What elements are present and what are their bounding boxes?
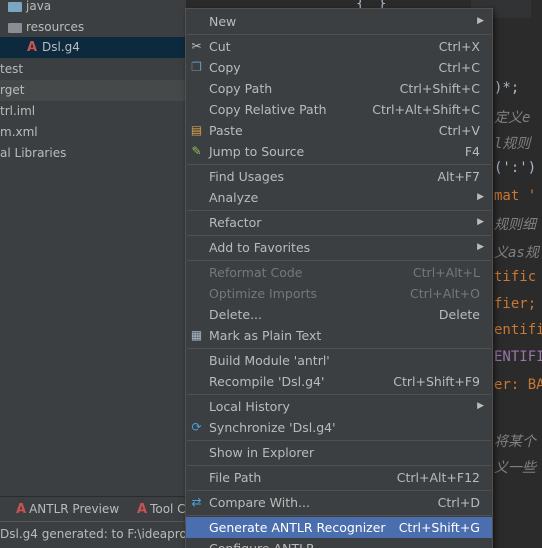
submenu-arrow-icon: ▶ [477,16,484,26]
menu-separator [187,348,491,349]
compare-diff-icon: ⇄ [191,495,202,509]
code-line[interactable]: 将某个 [494,431,536,451]
tree-item-label: resources [26,20,85,34]
menu-item-optimize-imports[interactable]: Optimize Imports Ctrl+Alt+O [186,283,492,304]
code-line[interactable]: l规则 [494,133,530,153]
submenu-arrow-icon: ▶ [477,242,484,252]
tree-item-label: al Libraries [0,146,67,160]
menu-item-paste[interactable]: ▤ Paste Ctrl+V [186,120,492,141]
menu-separator [187,515,491,516]
code-line[interactable]: mat ' [494,188,536,204]
tree-item-label: test [0,62,24,76]
copy-icon: ❐ [191,60,202,74]
antlr-preview-tab[interactable]: A ANTLR Preview [16,497,119,521]
menu-separator [187,164,491,165]
menu-item-show-in-explorer[interactable]: Show in Explorer [186,442,492,463]
menu-item-local-history[interactable]: Local History ▶ [186,396,492,417]
sync-icon: ⟳ [191,420,202,434]
tree-item-test[interactable]: test [0,59,186,80]
text-file-icon: ▦ [190,328,203,342]
code-line[interactable]: er: BA [494,377,542,393]
ide-window: { } )*; 定义e l规则 (':') mat ' 规则细 义as规 tif… [0,0,542,548]
code-line[interactable]: )*; [494,80,519,96]
tree-item-label: Dsl.g4 [42,40,80,54]
code-line[interactable]: fier; [494,296,536,312]
tree-item-label: rget [0,83,25,97]
menu-separator [187,394,491,395]
menu-item-delete[interactable]: Delete... Delete [186,304,492,325]
tree-item-java[interactable]: java [0,0,186,17]
submenu-arrow-icon: ▶ [477,401,484,411]
menu-item-copy-relative-path[interactable]: Copy Relative Path Ctrl+Alt+Shift+C [186,99,492,120]
menu-item-refactor[interactable]: Refactor ▶ [186,212,492,233]
menu-item-cut[interactable]: ✂ Cut Ctrl+X [186,36,492,57]
resources-folder-icon [8,23,22,33]
code-line[interactable]: entifi [494,322,542,338]
menu-item-add-to-favorites[interactable]: Add to Favorites ▶ [186,237,492,258]
menu-item-build-module[interactable]: Build Module 'antrl' [186,350,492,371]
clipboard-icon: ▤ [190,123,203,137]
menu-item-reformat-code[interactable]: Reformat Code Ctrl+Alt+L [186,262,492,283]
tree-item-pom[interactable]: m.xml [0,122,186,143]
code-line[interactable]: 义as规 [494,242,539,262]
folder-icon [8,2,22,12]
tool-window-bar: A ANTLR Preview A Tool C [0,496,186,521]
tree-item-label: java [26,0,52,13]
code-line[interactable]: 义一些 [494,457,536,477]
tree-item-label: trl.iml [0,104,36,118]
scissors-icon: ✂ [191,39,202,53]
context-menu: New ▶ ✂ Cut Ctrl+X ❐ Copy Ctrl+C Copy Pa… [185,8,493,548]
menu-item-configure-antlr[interactable]: Configure ANTLR... [186,538,492,548]
menu-item-new[interactable]: New ▶ [186,11,492,32]
tool-output-tab[interactable]: A Tool C [137,497,186,521]
code-line[interactable]: 定义e [494,107,530,127]
menu-item-find-usages[interactable]: Find Usages Alt+F7 [186,166,492,187]
tree-item-iml[interactable]: trl.iml [0,101,186,122]
menu-item-compare-with[interactable]: ⇄ Compare With... Ctrl+D [186,492,492,513]
submenu-arrow-icon: ▶ [477,192,484,202]
code-line[interactable]: tific [494,269,536,285]
edit-pencil-icon: ✎ [191,144,202,158]
menu-item-copy-path[interactable]: Copy Path Ctrl+Shift+C [186,78,492,99]
status-text: Dsl.g4 generated: to F:\ideaproj [0,527,186,541]
tree-item-label: m.xml [0,125,38,139]
menu-item-generate-antlr-recognizer[interactable]: Generate ANTLR Recognizer Ctrl+Shift+G [186,517,492,538]
tree-item-target[interactable]: rget [0,80,186,101]
tree-item-external-libraries[interactable]: al Libraries [0,143,186,164]
tab-label: Tool C [150,502,186,516]
menu-item-recompile[interactable]: Recompile 'Dsl.g4' Ctrl+Shift+F9 [186,371,492,392]
menu-separator [187,440,491,441]
menu-item-synchronize[interactable]: ⟳ Synchronize 'Dsl.g4' [186,417,492,438]
status-bar: Dsl.g4 generated: to F:\ideaproj [0,521,186,548]
code-line[interactable]: 规则细 [494,214,536,234]
menu-separator [187,235,491,236]
code-line[interactable]: ENTIFI [494,349,542,365]
antlr-file-icon: A [27,40,38,55]
menu-separator [187,210,491,211]
tab-label: ANTLR Preview [29,502,120,516]
submenu-arrow-icon: ▶ [477,217,484,227]
menu-separator [187,260,491,261]
project-tree: java resources A Dsl.g4 test rget trl.im… [0,0,186,496]
menu-item-mark-as-plain-text[interactable]: ▦ Mark as Plain Text [186,325,492,346]
menu-item-file-path[interactable]: File Path Ctrl+Alt+F12 [186,467,492,488]
antlr-icon: A [16,502,27,517]
menu-separator [187,465,491,466]
menu-item-analyze[interactable]: Analyze ▶ [186,187,492,208]
antlr-icon: A [137,502,148,517]
menu-item-copy[interactable]: ❐ Copy Ctrl+C [186,57,492,78]
tree-item-dsl-g4[interactable]: A Dsl.g4 [0,37,186,58]
menu-separator [187,34,491,35]
code-line[interactable]: (':') [494,160,536,176]
menu-separator [187,490,491,491]
tree-item-resources[interactable]: resources [0,17,186,38]
menu-item-jump-to-source[interactable]: ✎ Jump to Source F4 [186,141,492,162]
